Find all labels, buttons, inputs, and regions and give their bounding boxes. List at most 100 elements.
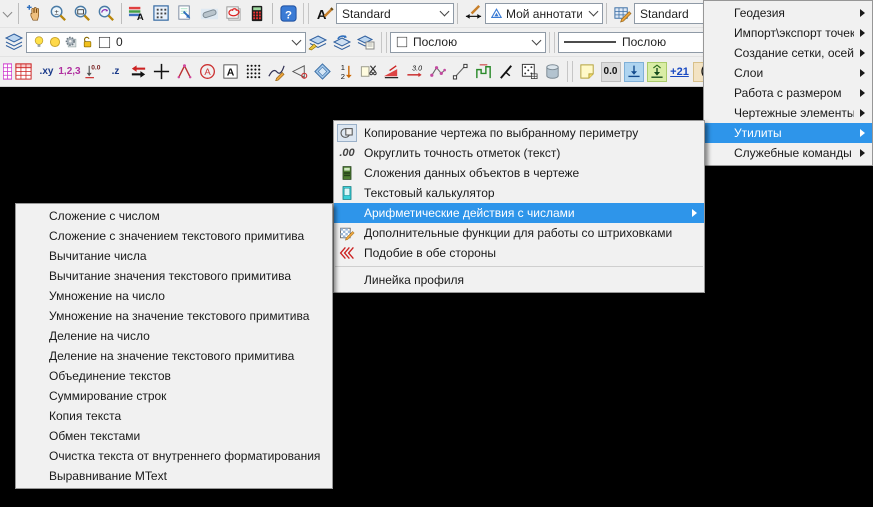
framed-a-icon: A [221, 62, 240, 81]
render-button[interactable] [197, 2, 221, 26]
menu-item-utilities[interactable]: Утилиты [704, 123, 872, 143]
diamond-button[interactable] [311, 60, 334, 84]
menu-item-align-mtext[interactable]: Выравнивание MText [16, 466, 332, 486]
svg-text:A: A [204, 67, 211, 78]
menu-item-clear-formatting[interactable]: Очистка текста от внутреннего форматиров… [16, 446, 332, 466]
text-style-value: Standard [342, 7, 391, 21]
menu-item-add-number[interactable]: Сложение с числом [16, 206, 332, 226]
profile-box-button[interactable] [472, 60, 495, 84]
text-frame-button[interactable]: A [219, 60, 242, 84]
menu-item-multiply-number[interactable]: Умножение на число [16, 286, 332, 306]
menu-item-layers[interactable]: Слои [704, 63, 872, 83]
menu-item-offset-both-sides[interactable]: Подобие в обе стороны [334, 243, 704, 263]
xy-button[interactable]: .xy [35, 60, 58, 84]
elevation-down-button[interactable] [622, 60, 645, 84]
circled-a-button[interactable]: A [196, 60, 219, 84]
layer-states-button[interactable] [354, 30, 378, 54]
menu-item-sum-object-data[interactable]: Сложения данных объектов в чертеже [334, 163, 704, 183]
menu-item-grid-axes[interactable]: Создание сетки, осей [704, 43, 872, 63]
elevation-mark-button[interactable]: 0.0 [81, 60, 104, 84]
text-style-select[interactable]: Standard [336, 3, 454, 24]
menu-item-label: Деление на число [49, 329, 328, 343]
layers-button[interactable] [2, 30, 26, 54]
revision-cloud-button[interactable] [221, 2, 245, 26]
menu-item-sum-rows[interactable]: Суммирование строк [16, 386, 332, 406]
toolbar-grip[interactable] [303, 3, 309, 24]
trim-box-button[interactable] [357, 60, 380, 84]
menu-item-text-calculator[interactable]: Текстовый калькулятор [334, 183, 704, 203]
dimension-style-button[interactable] [461, 2, 485, 26]
menu-item-label: Сложение с числом [49, 209, 328, 223]
menu-item-round-precision[interactable]: .00Округлить точность отметок (текст) [334, 143, 704, 163]
menu-item-geodesy[interactable]: Геодезия [704, 3, 872, 23]
menu-item-divide-number[interactable]: Деление на число [16, 326, 332, 346]
help-button[interactable]: ? [276, 2, 300, 26]
points-grid-button[interactable] [242, 60, 265, 84]
menu-item-hatch-functions[interactable]: Дополнительные функции для работы со штр… [334, 223, 704, 243]
export-sheet-button[interactable] [173, 2, 197, 26]
table-style-button[interactable] [610, 2, 634, 26]
cylinder-button[interactable] [541, 60, 564, 84]
nodes-button[interactable] [426, 60, 449, 84]
text-style-button[interactable]: A [312, 2, 336, 26]
menu-item-divide-text-value[interactable]: Деление на значение текстового примитива [16, 346, 332, 366]
layer-select[interactable]: 0 [26, 32, 306, 53]
grid-box-button[interactable] [518, 60, 541, 84]
layer-plot-icon [64, 34, 78, 50]
menu-item-arithmetic[interactable]: Арифметические действия с числами [334, 203, 704, 223]
table-settings-button[interactable] [149, 2, 173, 26]
break-line-button[interactable] [495, 60, 518, 84]
toolbar-grip[interactable] [567, 61, 573, 82]
coordinates-table-button[interactable] [12, 60, 35, 84]
layer-match-button[interactable] [306, 30, 330, 54]
spline-edit-button[interactable] [265, 60, 288, 84]
precision-label: 0.0 [604, 66, 618, 77]
menu-item-copy-text[interactable]: Копия текста [16, 406, 332, 426]
zoom-window-button[interactable] [70, 2, 94, 26]
submenu-arrow-icon [692, 209, 697, 217]
renumber-button[interactable]: 12 [334, 60, 357, 84]
cross-button[interactable] [150, 60, 173, 84]
menu-item-join-texts[interactable]: Объединение текстов [16, 366, 332, 386]
measure-line-button[interactable] [449, 60, 472, 84]
menu-item-copy-by-perimeter[interactable]: Копирование чертежа по выбранному периме… [334, 123, 704, 143]
z-button[interactable]: .z [104, 60, 127, 84]
menu-item-add-text-value[interactable]: Сложение с значением текстового примитив… [16, 226, 332, 246]
menu-item-service-commands[interactable]: Служебные команды [704, 143, 872, 163]
numbering-button[interactable]: 1,2,3 [58, 60, 81, 84]
pan-button[interactable] [22, 2, 46, 26]
plus21-button[interactable]: +21 [668, 60, 691, 84]
layer-previous-button[interactable] [330, 30, 354, 54]
menu-item-subtract-number[interactable]: Вычитание числа [16, 246, 332, 266]
zoom-previous-icon [97, 4, 116, 23]
distance-mark-button[interactable]: 3.0 [403, 60, 426, 84]
menu-item-dimensions[interactable]: Работа с размером [704, 83, 872, 103]
toolbar-grip[interactable] [549, 32, 555, 53]
clipped-combo-arrow-icon[interactable] [3, 7, 13, 17]
elevation-up-button[interactable] [645, 60, 668, 84]
clipped-table-button[interactable] [2, 60, 12, 84]
menu-item-import-export-points[interactable]: Импорт\экспорт точек [704, 23, 872, 43]
menu-item-profile-ruler[interactable]: Линейка профиля [334, 270, 704, 290]
note-button[interactable] [576, 60, 599, 84]
circled-a-icon: A [198, 62, 217, 81]
menu-item-swap-texts[interactable]: Обмен текстами [16, 426, 332, 446]
annotation-style-select[interactable]: Мой аннотативн [485, 3, 603, 24]
menu-item-label: Подобие в обе стороны [364, 246, 702, 260]
text-color-button[interactable]: A [125, 2, 149, 26]
slope-button[interactable] [380, 60, 403, 84]
calculator-button[interactable] [245, 2, 269, 26]
angle-button[interactable] [173, 60, 196, 84]
menu-item-multiply-text-value[interactable]: Умножение на значение текстового примити… [16, 306, 332, 326]
cone-button[interactable] [288, 60, 311, 84]
linetype-select[interactable]: Послою [558, 32, 708, 53]
zoom-realtime-button[interactable]: ± [46, 2, 70, 26]
menu-item-subtract-text-value[interactable]: Вычитание значения текстового примитива [16, 266, 332, 286]
zoom-previous-button[interactable] [94, 2, 118, 26]
menu-item-label: Копирование чертежа по выбранному периме… [364, 126, 702, 140]
precision-button[interactable]: 0.0 [599, 60, 622, 84]
menu-item-drawing-elements[interactable]: Чертежные элементы [704, 103, 872, 123]
color-select[interactable]: Послою [390, 32, 546, 53]
toolbar-grip[interactable] [381, 32, 387, 53]
swap-direction-button[interactable] [127, 60, 150, 84]
